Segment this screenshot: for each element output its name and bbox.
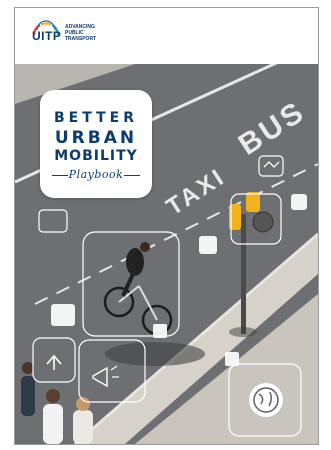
uitp-tagline: ADVANCING PUBLIC TRANSPORT [65, 24, 96, 42]
title-line-better: BETTER [54, 110, 138, 126]
title-dash-right [124, 175, 140, 176]
title-line-urban: URBAN [54, 128, 138, 148]
tagline-line-3: TRANSPORT [65, 36, 97, 42]
globe-icon [249, 383, 283, 417]
title-card: BETTER URBAN MOBILITY Playbook [40, 90, 152, 198]
uitp-logo-text: UITP [32, 29, 62, 43]
title-line-mobility: MOBILITY [54, 148, 138, 164]
playbook-cover: UITP ADVANCING PUBLIC TRANSPORT BUS TAXI [14, 7, 319, 445]
cover-header: UITP ADVANCING PUBLIC TRANSPORT [15, 8, 318, 64]
